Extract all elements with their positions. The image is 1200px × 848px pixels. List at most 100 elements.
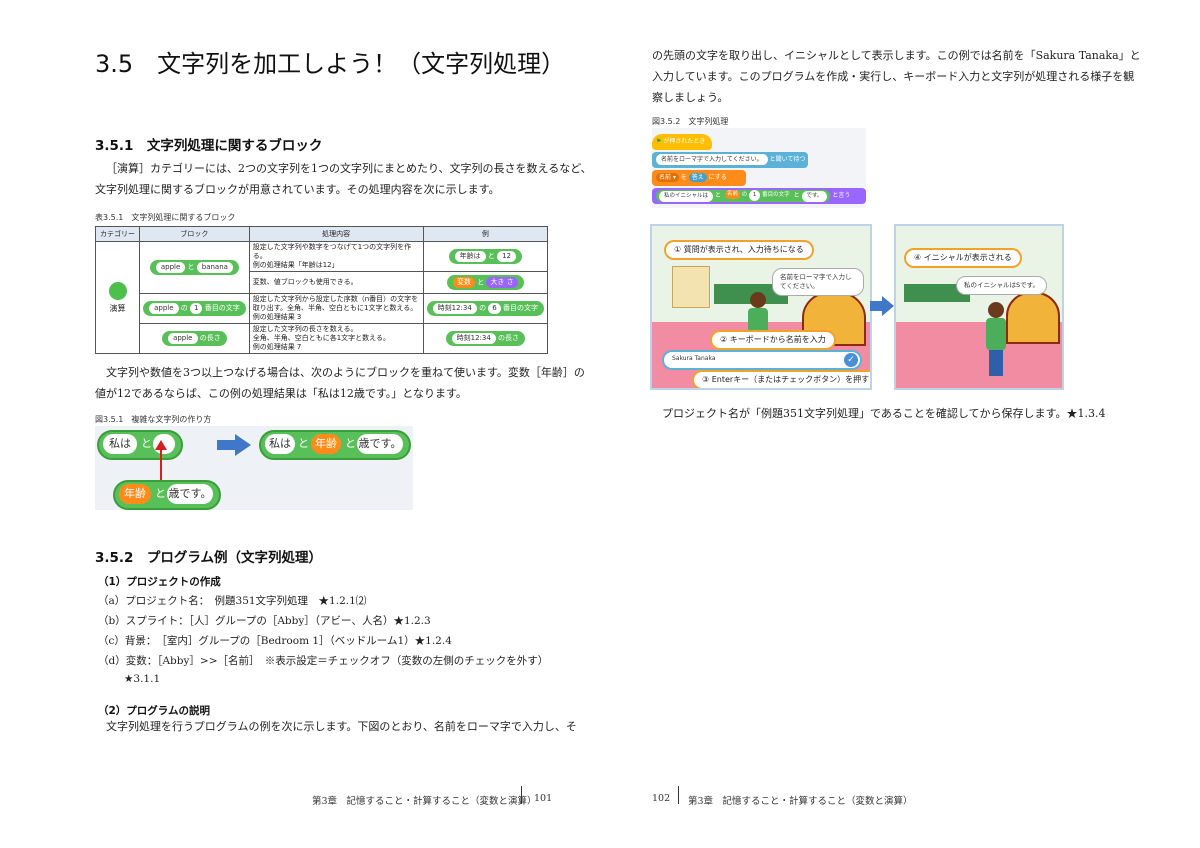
callout-1: ① 質問が表示され、入力待ちになる <box>664 240 814 260</box>
example-length-of-block: 時刻12:34 の長さ <box>445 331 526 346</box>
join-block: apple と banana <box>149 260 239 275</box>
left-footer-chapter: 第3章 記憶すること・計算すること（変数と演算） <box>312 796 537 807</box>
example-letter-of-block: 時刻12:34 の 6 番目の文字 <box>426 301 544 316</box>
right-paragraph-line2: 入力しています。このプログラムを作成・実行し、キーボード入力と文字列が処理される… <box>652 70 1135 83</box>
desc-letter-cell: 設定した文字列から設定した序数（n番目）の文字を 取り出す。全角、半角、空白とも… <box>248 293 424 324</box>
project-item-b: （b）スプライト：［人］グループの［Abby］（アビー、人名）★1.2.3 <box>98 615 431 627</box>
header-category: カテゴリー <box>94 226 141 242</box>
example-join-block: 年齢は と 12 <box>448 249 523 264</box>
header-process: 処理内容 <box>248 226 424 242</box>
stage-screen-2: ④ イニシャルが表示される 私のイニシャルはSです。 <box>894 224 1064 390</box>
shelf <box>672 266 710 308</box>
join-word-to: と <box>141 437 152 450</box>
word-desu: 歳です。 <box>167 484 213 504</box>
speech-bubble-initial: 私のイニシャルはSです。 <box>956 276 1047 295</box>
answer-input[interactable]: Sakura Tanaka ✓ <box>662 350 862 370</box>
table-header-row: カテゴリー ブロック 処理内容 例 <box>94 226 549 242</box>
screen-arrow-icon <box>870 296 894 316</box>
project-item-d: （d）変数：［Abby］>>［名前］ ※表示設定＝チェックオフ（変数の左側のチェ… <box>98 655 549 667</box>
figure-2-caption: 図3.5.2 文字列処理 <box>652 117 729 126</box>
paragraph-1: ［演算］カテゴリーには、2つの文字列を1つの文字列にまとめたり、文字列の長さを数… <box>95 158 592 200</box>
right-page: の先頭の文字を取り出し、イニシャルとして表示します。この例では名前を「Sakur… <box>600 0 1200 848</box>
result-word-watashiwa: 私は <box>265 434 295 454</box>
table-row: apple の長さ 設定した文字列の長さを数える。 全角、半角、空白ともに各1文… <box>96 323 549 354</box>
say-letter-of-block: 名前 の 1 番目の文字 <box>722 189 792 201</box>
left-page-number: 101 <box>534 793 553 804</box>
header-block: ブロック <box>139 226 250 242</box>
speech-bubble-question: 名前をローマ字で入力してください。 <box>772 268 864 296</box>
example-letter-cell: 時刻12:34 の 6 番目の文字 <box>422 293 549 324</box>
project-item-a: （a）プロジェクト名： 例題351文字列処理 ★1.2.1⑵ <box>98 595 367 607</box>
abby-head <box>750 292 766 308</box>
age-variable: 年齢 <box>119 484 151 504</box>
bed-headboard-2 <box>1006 292 1060 344</box>
table-row: 演算 apple と banana 設定した文字列や数字をつなげて1つの文字列を… <box>94 241 549 354</box>
paragraph-1-line1: ［演算］カテゴリーには、2つの文字列を1つの文字列にまとめたり、文字列の長さを数… <box>106 162 592 175</box>
scratch-program: ⚑ が押されたとき 名前をローマ字で入力してください。 と聞いて待つ 名前 ▾ … <box>652 128 866 208</box>
right-paragraph-line1: の先頭の文字を取り出し、イニシャルとして表示します。この例では名前を「Sakur… <box>652 49 1141 62</box>
ask-and-wait-block: 名前をローマ字で入力してください。 と聞いて待つ <box>652 152 808 168</box>
set-variable-block: 名前 ▾ を 答え にする <box>652 170 746 186</box>
result-join-to-2: と <box>345 437 356 450</box>
closing-line: プロジェクト名が「例題351文字列処理」であることを確認してから保存します。★1… <box>662 407 1106 420</box>
paragraph-2: 文字列や数値を3つ以上つなげる場合は、次のようにブロックを重ねて使います。変数［… <box>95 362 585 404</box>
result-join-to: と <box>298 437 309 450</box>
book-spread: 3.5 文字列を加工しよう！（文字列処理） 3.5.1 文字列処理に関するブロッ… <box>0 0 1200 848</box>
table-row: apple の 1 番目の文字 設定した文字列から設定した序数（n番目）の文字を… <box>96 293 549 324</box>
desc-join-cell: 設定した文字列や数字をつなげて1つの文字列を作る。 例の処理結果「年齢は12」 <box>248 241 424 272</box>
left-page: 3.5 文字列を加工しよう！（文字列処理） 3.5.1 文字列処理に関するブロッ… <box>0 0 600 848</box>
figure-3-5-1: 私は と 年齢 と 歳です。 私は と 年齢 と 歳です。 <box>95 426 413 510</box>
section-title: 3.5 文字列を加工しよう！（文字列処理） <box>95 50 566 78</box>
result-age-variable: 年齢 <box>311 434 341 454</box>
abby-body-2 <box>986 318 1006 350</box>
word-watashiwa: 私は <box>103 434 137 454</box>
operator-category-icon <box>108 282 127 300</box>
stage-screen-1: ① 質問が表示され、入力待ちになる 名前をローマ字で入力してください。 ② キー… <box>650 224 872 390</box>
subsection-title-1: 3.5.1 文字列処理に関するブロック <box>95 138 323 154</box>
desc-join-var-cell: 変数、値ブロックも使用できる。 <box>248 271 424 294</box>
project-item-c: （c）背景： ［室内］グループの［Bedroom 1］（ベッドルーム1）★1.2… <box>98 635 452 647</box>
category-label: 演算 <box>109 304 126 313</box>
right-paragraph: の先頭の文字を取り出し、イニシャルとして表示します。この例では名前を「Sakur… <box>652 45 1172 108</box>
right-footer-chapter: 第3章 記憶すること・計算すること（変数と演算） <box>688 796 913 807</box>
paragraph-2-line1: 文字列や数値を3つ以上つなげる場合は、次のようにブロックを重ねて使います。変数［… <box>106 366 585 379</box>
length-of-block: apple の長さ <box>162 331 227 346</box>
right-arrow-icon <box>217 434 251 456</box>
callout-4: ④ イニシャルが表示される <box>904 248 1022 268</box>
join-word-to-2: と <box>155 487 166 500</box>
letter-of-block: apple の 1 番目の文字 <box>143 301 246 316</box>
project-heading: （1）プロジェクトの作成 <box>98 576 221 588</box>
answer-input-value: Sakura Tanaka <box>672 355 716 362</box>
result-word-desu: 歳です。 <box>357 434 403 454</box>
explanation-line: 文字列処理を行うプログラムの例を次に示します。下図のとおり、名前をローマ字で入力… <box>106 720 577 733</box>
project-item-d-cont: ★3.1.1 <box>124 673 161 685</box>
when-flag-clicked-block: ⚑ が押されたとき <box>652 134 712 150</box>
example-join-var-block: 変数 と 大き さ <box>446 275 524 290</box>
callout-3: ③ Enterキー（またはチェックボタン）を押す <box>692 370 870 388</box>
paragraph-1-line2: 文字列処理に関するブロックが用意されています。その処理内容を次に示します。 <box>95 183 500 196</box>
callout-2: ② キーボードから名前を入力 <box>710 330 836 350</box>
say-block: 私のイニシャルは と 名前 の 1 番目の文字 と です。 と言う <box>652 188 866 204</box>
table-caption: 表3.5.1 文字列処理に関するブロック <box>95 213 236 222</box>
check-button-icon[interactable]: ✓ <box>844 353 858 367</box>
right-paragraph-line3: 察しましょう。 <box>652 91 729 104</box>
green-flag-icon: ⚑ <box>656 138 662 145</box>
abby-head-2 <box>988 302 1004 318</box>
example-join-var-cell: 変数 と 大き さ <box>422 271 549 294</box>
right-footer-divider <box>678 786 679 804</box>
string-blocks-table: カテゴリー ブロック 処理内容 例 演算 apple と banana 設定した… <box>94 226 549 354</box>
block-length-cell: apple の長さ <box>139 323 250 354</box>
header-example: 例 <box>422 226 549 242</box>
right-page-number: 102 <box>652 793 671 804</box>
block-letter-cell: apple の 1 番目の文字 <box>139 293 250 324</box>
example-length-cell: 時刻12:34 の長さ <box>422 323 549 354</box>
desc-length-cell: 設定した文字列の長さを数える。 全角、半角、空白ともに各1文字と数える。 例の処… <box>248 323 424 354</box>
figure-1-caption: 図3.5.1 複雑な文字列の作り方 <box>95 415 212 424</box>
subsection-title-2: 3.5.2 プログラム例（文字列処理） <box>95 550 323 566</box>
paragraph-2-line2: 値が12であるならば、この例の処理結果は「私は12歳です。」となります。 <box>95 387 467 400</box>
left-footer-divider <box>521 786 522 804</box>
example-join-cell: 年齢は と 12 <box>422 241 549 272</box>
abby-legs-2 <box>989 350 1003 376</box>
category-cell: 演算 <box>94 241 141 354</box>
say-join-block: 私のイニシャルは と 名前 の 1 番目の文字 と です。 <box>656 189 831 202</box>
